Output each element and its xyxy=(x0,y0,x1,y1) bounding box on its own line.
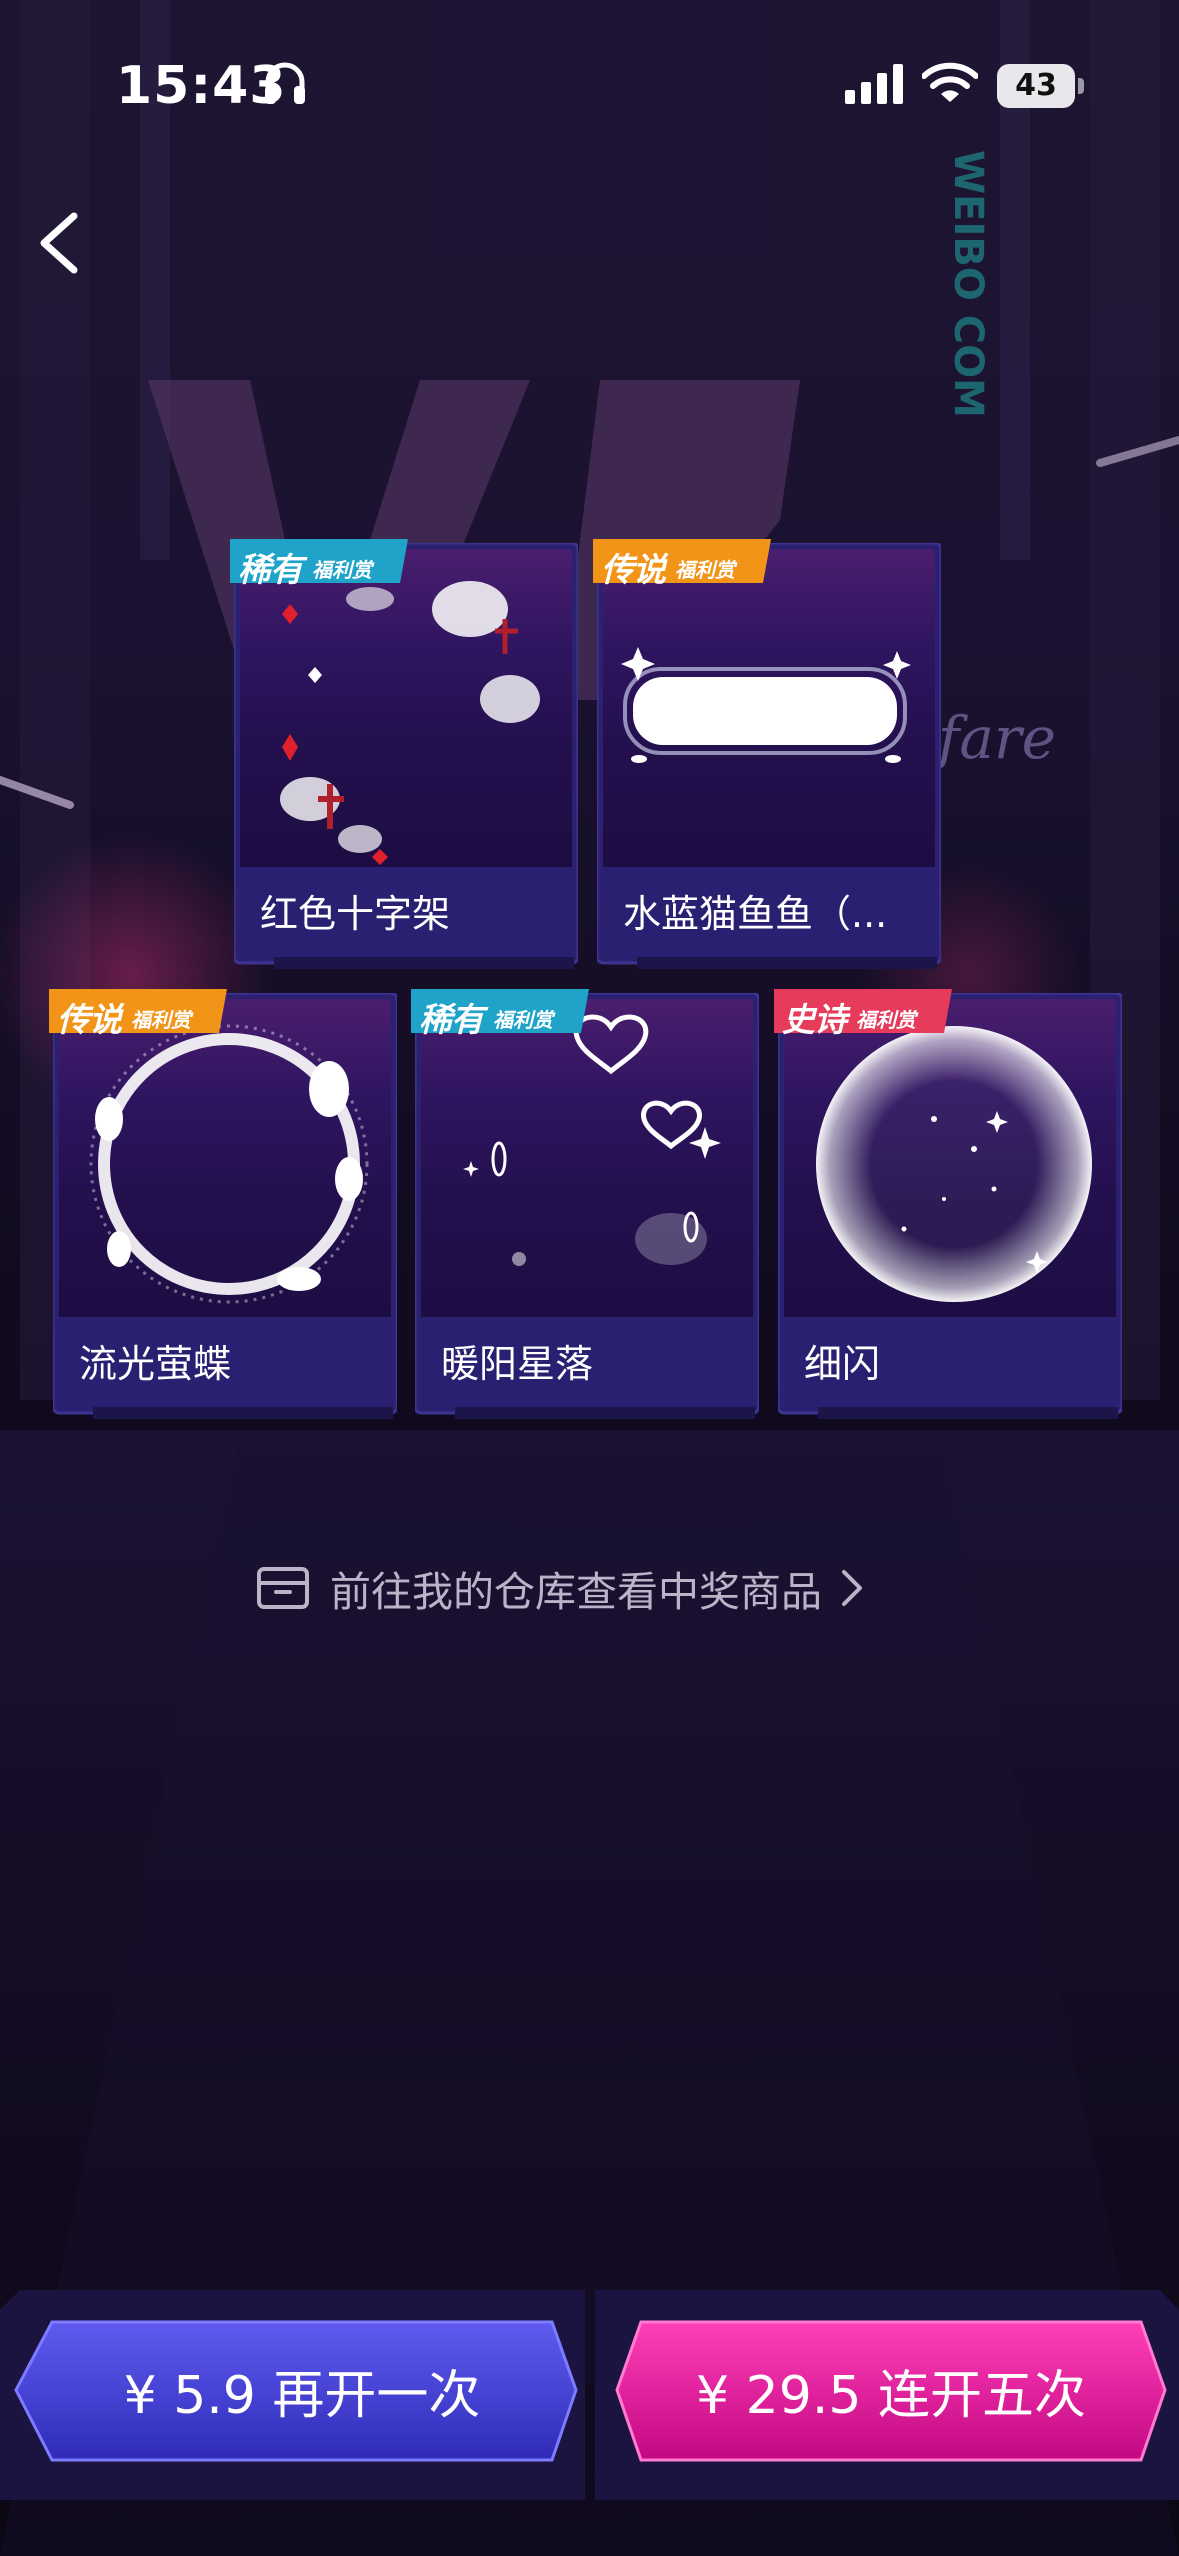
rarity-badge: 稀有 福利赏 xyxy=(411,989,589,1039)
rarity-badge: 传说 福利赏 xyxy=(593,539,771,589)
chevron-right-icon xyxy=(842,1570,862,1606)
prize-card[interactable]: 水蓝猫鱼鱼（... 传说 福利赏 xyxy=(593,539,941,973)
battery-indicator: 43 xyxy=(997,64,1075,108)
badge-sub-label: 福利赏 xyxy=(493,1008,553,1032)
badge-sub-label: 福利赏 xyxy=(675,558,735,582)
warehouse-link-label: 前往我的仓库查看中奖商品 xyxy=(330,1568,822,1616)
battery-tip xyxy=(1078,78,1084,94)
cellular-signal-icon xyxy=(845,64,903,104)
prize-image xyxy=(240,549,572,867)
open-five-button[interactable]: ¥ 29.5 连开五次 xyxy=(603,2290,1179,2490)
open-five-label: ¥ 29.5 连开五次 xyxy=(696,2365,1086,2426)
prize-image xyxy=(421,999,753,1317)
rarity-label: 传说 xyxy=(57,1000,122,1039)
prize-image xyxy=(59,999,391,1317)
back-chevron-icon[interactable] xyxy=(30,208,90,278)
prize-image xyxy=(603,549,935,867)
prize-card[interactable]: 流光萤蝶 传说 福利赏 xyxy=(49,989,397,1423)
rarity-badge: 史诗 福利赏 xyxy=(774,989,952,1039)
open-once-button[interactable]: ¥ 5.9 再开一次 xyxy=(14,2290,590,2490)
prize-name: 水蓝猫鱼鱼（... xyxy=(623,892,888,936)
prize-card[interactable]: 暖阳星落 稀有 福利赏 xyxy=(411,989,759,1423)
badge-sub-label: 福利赏 xyxy=(312,558,372,582)
prize-name: 细闪 xyxy=(804,1342,881,1386)
prize-name: 红色十字架 xyxy=(260,892,451,936)
open-once-label: ¥ 5.9 再开一次 xyxy=(123,2365,481,2426)
badge-sub-label: 福利赏 xyxy=(856,1008,916,1032)
headphones-icon xyxy=(265,62,305,104)
badge-sub-label: 福利赏 xyxy=(131,1008,191,1032)
rarity-badge: 传说 福利赏 xyxy=(49,989,227,1039)
storage-box-icon xyxy=(257,1567,309,1609)
warehouse-link[interactable]: 前往我的仓库查看中奖商品 xyxy=(256,1558,866,1618)
prize-image xyxy=(784,999,1116,1317)
prize-name: 流光萤蝶 xyxy=(79,1342,232,1386)
rarity-badge: 稀有 福利赏 xyxy=(230,539,408,589)
prize-name: 暖阳星落 xyxy=(441,1342,594,1386)
rarity-label: 稀有 xyxy=(419,1000,484,1039)
rarity-label: 稀有 xyxy=(238,550,303,589)
prize-card[interactable]: 细闪 史诗 福利赏 xyxy=(774,989,1122,1423)
rarity-label: 史诗 xyxy=(782,1000,847,1039)
prize-card[interactable]: 红色十字架 稀有 福利赏 xyxy=(230,539,578,973)
wifi-icon xyxy=(922,62,978,102)
rarity-label: 传说 xyxy=(601,550,666,589)
weibo-neon-sign: WEIBO COM xyxy=(945,150,991,418)
